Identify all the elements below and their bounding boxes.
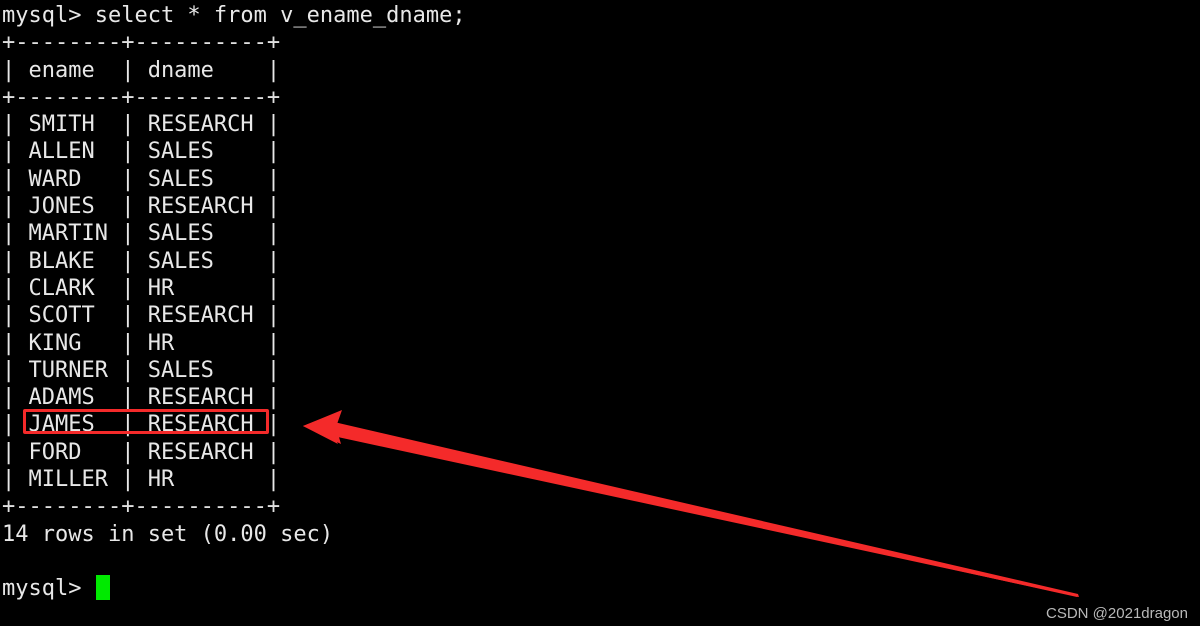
table-bottom-border: +--------+----------+ [2,494,281,520]
table-row: | FORD | RESEARCH | [2,439,281,465]
table-row: | TURNER | SALES | [2,357,281,383]
command-line: mysql> select * from v_ename_dname; [2,3,466,28]
terminal-screen: mysql> select * from v_ename_dname; +---… [0,0,1200,626]
table-row: | SMITH | RESEARCH | [2,112,281,138]
table-row: | BLAKE | SALES | [2,248,281,274]
table-header-separator: +--------+----------+ [2,84,281,110]
prompt-line[interactable]: mysql> [2,575,1200,602]
table-row: | MARTIN | SALES | [2,221,281,247]
table-row-highlighted: | JAMES | RESEARCH | [2,412,281,438]
table-row: | SCOTT | RESEARCH | [2,303,281,329]
text-cursor [95,575,110,601]
terminal-output[interactable]: mysql> select * from v_ename_dname; +---… [0,0,1200,626]
watermark: CSDN @2021dragon [1046,605,1188,622]
table-row: | WARD | SALES | [2,166,281,192]
prompt-text: mysql> [2,576,95,602]
table-row: | ADAMS | RESEARCH | [2,385,281,411]
table-top-border: +--------+----------+ [2,30,281,56]
table-row: | MILLER | HR | [2,467,281,493]
table-row: | JONES | RESEARCH | [2,194,281,220]
table-header-row: | ename | dname | [2,57,281,83]
table-row: | KING | HR | [2,330,281,356]
result-status-line: 14 rows in set (0.00 sec) [2,521,334,547]
table-row: | ALLEN | SALES | [2,139,281,165]
table-row: | CLARK | HR | [2,275,281,301]
